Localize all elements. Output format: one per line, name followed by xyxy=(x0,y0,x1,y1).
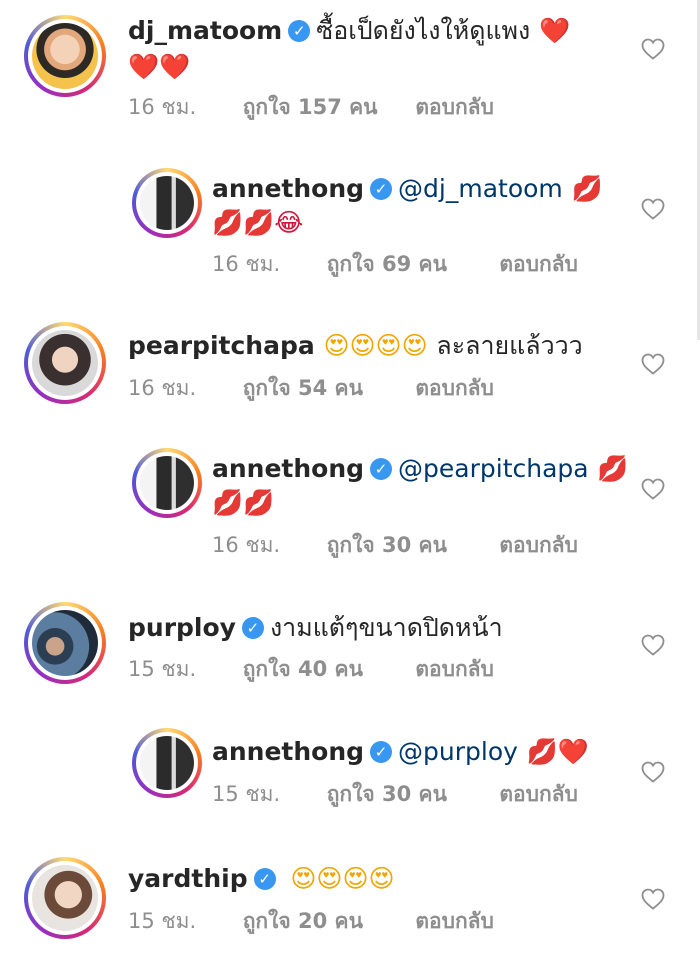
comment-emoji: 💋💋 xyxy=(212,488,275,517)
mention-link[interactable]: @pearpitchapa xyxy=(398,454,589,483)
comment-item: dj_matoom ✓ ซื้อเป็ดยังไงให้ดูแพง ❤️ ❤️❤️ … xyxy=(0,0,700,160)
comment-emoji: 💋 xyxy=(597,454,629,483)
mention-link[interactable]: @purploy xyxy=(398,737,518,766)
reply-item: annethong ✓ @pearpitchapa 💋 💋💋 16 ชม. ถูกใ… xyxy=(0,440,700,580)
username[interactable]: pearpitchapa xyxy=(128,331,315,360)
comment-time: 15 ชม. xyxy=(128,657,197,681)
avatar[interactable] xyxy=(24,322,106,404)
comment-time: 15 ชม. xyxy=(212,782,281,806)
heart-outline-icon[interactable] xyxy=(640,197,666,221)
username[interactable]: annethong xyxy=(212,174,364,203)
likes-count[interactable]: ถูกใจ 20 คน xyxy=(243,907,409,935)
username[interactable]: annethong xyxy=(212,737,364,766)
heart-outline-icon[interactable] xyxy=(640,37,666,61)
comment-item: pearpitchapa 😍😍😍😍 ละลายแล้ววว 16 ชม. ถูก… xyxy=(0,300,700,440)
comment-emoji: ❤️❤️ xyxy=(128,52,191,81)
comment-item: purploy ✓ งามแต้ๆขนาดปิดหน้า 15 ชม. ถูกใจ … xyxy=(0,580,700,720)
reply-button[interactable]: ตอบกลับ xyxy=(499,531,578,559)
likes-count[interactable]: ถูกใจ 30 คน xyxy=(327,531,493,559)
comment-text: ซื้อเป็ดยังไงให้ดูแพง xyxy=(316,16,531,45)
likes-count[interactable]: ถูกใจ 69 คน xyxy=(327,250,493,278)
likes-count[interactable]: ถูกใจ 157 คน xyxy=(243,93,409,121)
avatar[interactable] xyxy=(24,602,106,684)
reply-item: annethong ✓ @dj_matoom 💋 💋💋😂 16 ชม. ถูกใจ … xyxy=(0,160,700,300)
comment-emoji: ❤️ xyxy=(538,16,571,45)
comment-emoji: 😍😍😍😍 xyxy=(323,331,428,360)
comment-time: 16 ชม. xyxy=(212,533,281,557)
heart-outline-icon[interactable] xyxy=(640,887,666,911)
heart-outline-icon[interactable] xyxy=(640,477,666,501)
comment-emoji: 😍😍😍😍 xyxy=(290,864,395,893)
avatar[interactable] xyxy=(132,728,202,798)
mention-link[interactable]: @dj_matoom xyxy=(398,174,563,203)
heart-outline-icon[interactable] xyxy=(640,760,666,784)
comment-item: yardthip ✓ 😍😍😍😍 15 ชม. ถูกใจ 20 คน ตอบกลั… xyxy=(0,845,700,967)
avatar[interactable] xyxy=(132,168,202,238)
likes-count[interactable]: ถูกใจ 30 คน xyxy=(327,780,493,808)
verified-badge-icon: ✓ xyxy=(370,741,393,763)
reply-button[interactable]: ตอบกลับ xyxy=(415,655,494,683)
comment-time: 15 ชม. xyxy=(128,909,197,933)
avatar[interactable] xyxy=(132,448,202,518)
verified-badge-icon: ✓ xyxy=(288,20,311,42)
comment-time: 16 ชม. xyxy=(128,95,197,119)
username[interactable]: dj_matoom xyxy=(128,16,282,45)
username[interactable]: yardthip xyxy=(128,864,248,893)
heart-outline-icon[interactable] xyxy=(640,633,666,657)
username[interactable]: annethong xyxy=(212,454,364,483)
reply-button[interactable]: ตอบกลับ xyxy=(415,374,494,402)
comment-text: งามแต้ๆขนาดปิดหน้า xyxy=(269,613,503,642)
likes-count[interactable]: ถูกใจ 40 คน xyxy=(243,655,409,683)
username[interactable]: purploy xyxy=(128,613,236,642)
reply-button[interactable]: ตอบกลับ xyxy=(415,93,494,121)
avatar[interactable] xyxy=(24,857,106,939)
comment-emoji: 💋❤️ xyxy=(526,737,589,766)
comment-time: 16 ชม. xyxy=(212,252,281,276)
verified-badge-icon: ✓ xyxy=(370,458,393,480)
avatar[interactable] xyxy=(24,15,106,97)
verified-badge-icon: ✓ xyxy=(370,178,393,200)
comment-emoji: 💋💋😂 xyxy=(212,208,304,237)
reply-button[interactable]: ตอบกลับ xyxy=(415,907,494,935)
verified-badge-icon: ✓ xyxy=(241,617,264,639)
likes-count[interactable]: ถูกใจ 54 คน xyxy=(243,374,409,402)
reply-button[interactable]: ตอบกลับ xyxy=(499,250,578,278)
comment-text: ละลายแล้ววว xyxy=(436,331,583,360)
heart-outline-icon[interactable] xyxy=(640,352,666,376)
comment-emoji: 💋 xyxy=(571,174,603,203)
verified-badge-icon: ✓ xyxy=(253,868,276,890)
reply-button[interactable]: ตอบกลับ xyxy=(499,780,578,808)
reply-item: annethong ✓ @purploy 💋❤️ 15 ชม. ถูกใจ 30 ค… xyxy=(0,720,700,845)
comment-time: 16 ชม. xyxy=(128,376,197,400)
